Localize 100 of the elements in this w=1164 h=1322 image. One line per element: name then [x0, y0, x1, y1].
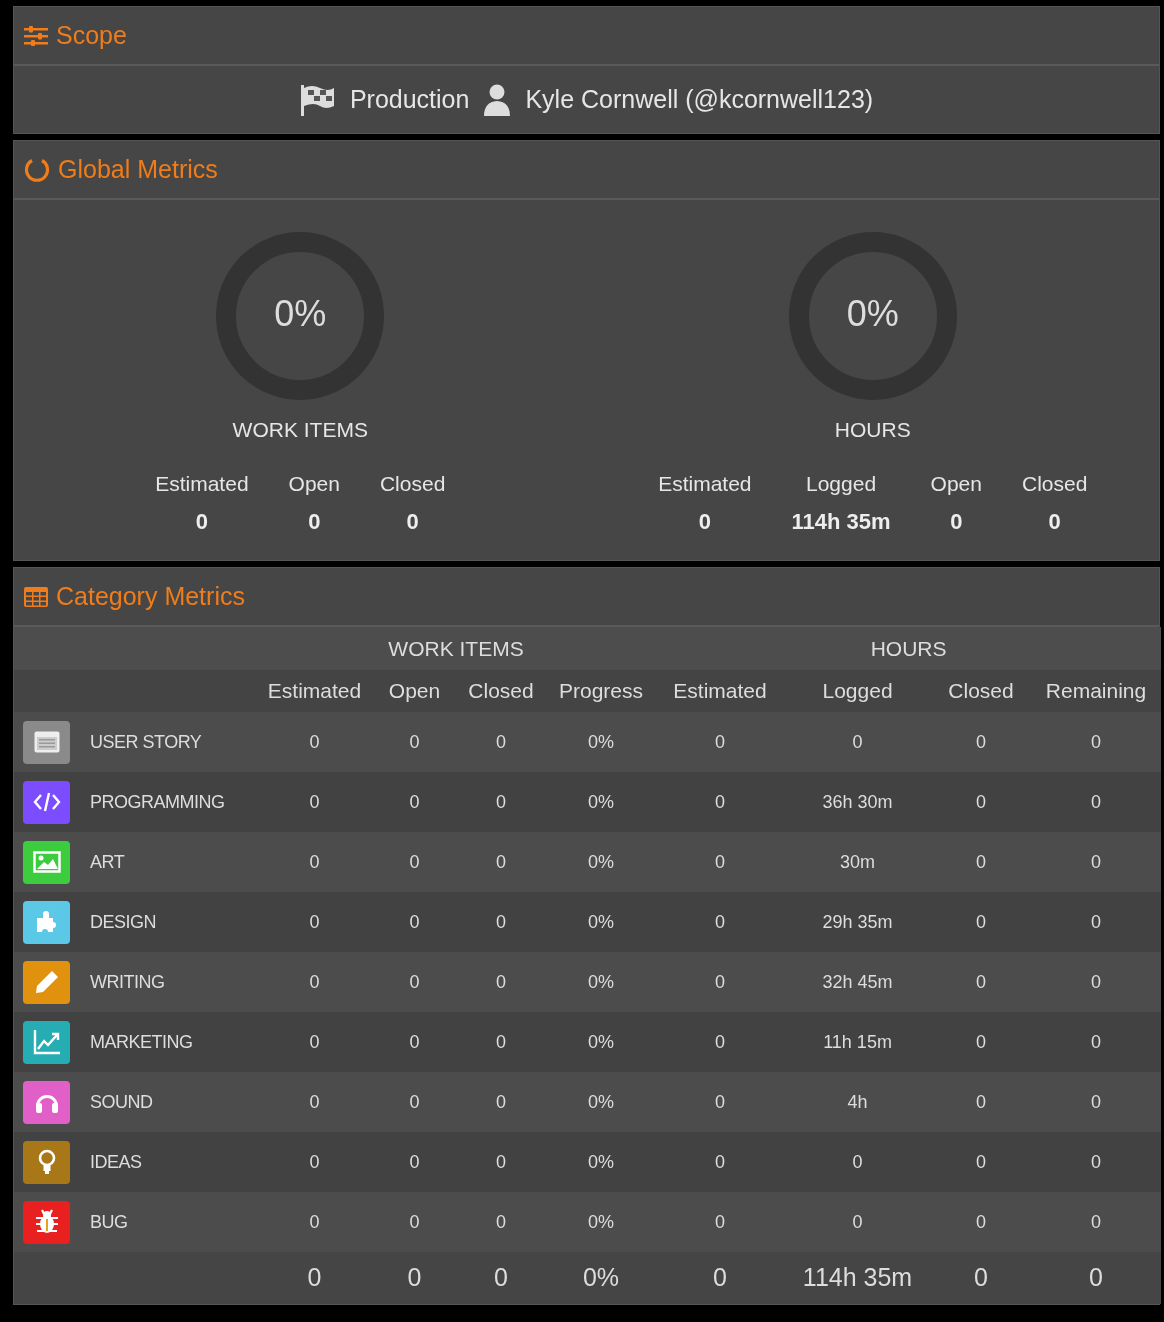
- table-cell: 0: [373, 1012, 456, 1072]
- table-cell: 0: [456, 952, 546, 1012]
- table-cell: 0: [456, 712, 546, 772]
- table-cell: 0%: [546, 952, 657, 1012]
- category-name: BUG: [90, 1210, 128, 1234]
- table-cell: 0: [1031, 1192, 1162, 1252]
- table-cell: 0: [1031, 832, 1162, 892]
- table-cell: 0: [656, 1072, 785, 1132]
- table-cell: 0: [931, 1192, 1032, 1252]
- table-cell: 0: [373, 772, 456, 832]
- table-cell: 0: [931, 832, 1032, 892]
- gauge-label: WORK ITEMS: [232, 417, 368, 443]
- column-group-header: WORK ITEMS: [256, 627, 657, 670]
- table-cell: 0: [256, 1012, 373, 1072]
- table-cell: 0: [931, 1072, 1032, 1132]
- table-cell: 0: [931, 772, 1032, 832]
- panel-title: Category Metrics: [56, 580, 245, 612]
- table-cell: 0: [931, 892, 1032, 952]
- stat-value: 114h 35m: [791, 508, 891, 536]
- table-cell: 0: [656, 1192, 785, 1252]
- table-cell: 0: [1031, 712, 1162, 772]
- total-cell: 0: [1031, 1252, 1162, 1304]
- panel-title: Global Metrics: [58, 153, 218, 185]
- stat-value: 0: [698, 508, 711, 536]
- table-cell: 0: [256, 892, 373, 952]
- table-cell: 0%: [546, 1012, 657, 1072]
- column-header: Open: [373, 670, 456, 712]
- table-cell: 0: [784, 712, 932, 772]
- table-cell: 0: [373, 952, 456, 1012]
- table-cell: 0: [373, 1132, 456, 1192]
- category-name: ART: [90, 850, 125, 874]
- table-cell: 0: [256, 952, 373, 1012]
- stat-value: 0: [950, 508, 963, 536]
- table-cell: 0: [656, 1132, 785, 1192]
- category-name: USER STORY: [90, 730, 202, 754]
- table-cell: 0: [373, 832, 456, 892]
- table-cell: 0: [656, 832, 785, 892]
- table-cell: 32h 45m: [784, 952, 932, 1012]
- table-cell: 0: [656, 952, 785, 1012]
- category-name: IDEAS: [90, 1150, 142, 1174]
- table-cell: 0: [931, 1012, 1032, 1072]
- stat-value: 0: [406, 508, 419, 536]
- table-cell: 0: [1031, 1012, 1162, 1072]
- table-cell: 0%: [546, 1192, 657, 1252]
- table-cell: 0: [256, 772, 373, 832]
- column-header: Estimated: [256, 670, 373, 712]
- table-cell: 0: [931, 712, 1032, 772]
- column-header: Logged: [784, 670, 932, 712]
- stat-label: Estimated: [155, 470, 249, 497]
- project-name: Production: [349, 83, 470, 115]
- panel-title: Scope: [56, 19, 127, 51]
- table-cell: 0: [931, 1132, 1032, 1192]
- table-cell: 4h: [784, 1072, 932, 1132]
- table-cell: 36h 30m: [784, 772, 932, 832]
- table-cell: 0: [256, 1192, 373, 1252]
- column-header: Remaining: [1031, 670, 1162, 712]
- stat-value: 0: [308, 508, 321, 536]
- stat-value: 0: [195, 508, 208, 536]
- table-cell: 0: [656, 712, 785, 772]
- flag-icon: [299, 83, 336, 116]
- table-cell: 0%: [546, 772, 657, 832]
- table-cell: 0: [456, 1012, 546, 1072]
- stat-label: Open: [930, 470, 982, 497]
- category-name: WRITING: [90, 970, 165, 994]
- table-cell: 0: [456, 832, 546, 892]
- table-cell: 0%: [546, 712, 657, 772]
- column-group-header: HOURS: [656, 627, 1162, 670]
- user-name: Kyle Cornwell (@kcornwell123): [525, 83, 874, 115]
- table-cell: 0: [1031, 952, 1162, 1012]
- table-cell: 0: [456, 892, 546, 952]
- table-cell: 0: [784, 1192, 932, 1252]
- table-cell: 0: [1031, 1072, 1162, 1132]
- column-header: Estimated: [656, 670, 785, 712]
- table-cell: 0: [1031, 1132, 1162, 1192]
- table-cell: 0: [656, 892, 785, 952]
- user-icon: [483, 83, 512, 116]
- table-cell: 29h 35m: [784, 892, 932, 952]
- table-cell: 0: [256, 712, 373, 772]
- stat-value: 0: [1048, 508, 1061, 536]
- table-cell: 0: [373, 712, 456, 772]
- table-cell: 30m: [784, 832, 932, 892]
- table-cell: 0: [373, 892, 456, 952]
- column-header: Progress: [546, 670, 657, 712]
- category-name: SOUND: [90, 1090, 153, 1114]
- table-cell: 0: [656, 1012, 785, 1072]
- table-cell: 0: [1031, 772, 1162, 832]
- stat-label: Estimated: [658, 470, 752, 497]
- stat-label: Logged: [806, 470, 877, 497]
- table-cell: 0: [456, 772, 546, 832]
- table-cell: 0: [456, 1072, 546, 1132]
- table-cell: 0%: [546, 1132, 657, 1192]
- stat-label: Closed: [379, 470, 446, 497]
- stat-label: Closed: [1021, 470, 1088, 497]
- table-cell: 0: [656, 772, 785, 832]
- category-name: PROGRAMMING: [90, 790, 225, 814]
- table-cell: 0%: [546, 832, 657, 892]
- table-cell: 0: [373, 1192, 456, 1252]
- table-cell: 0: [256, 1132, 373, 1192]
- table-cell: 0%: [546, 892, 657, 952]
- table-cell: 0: [256, 1072, 373, 1132]
